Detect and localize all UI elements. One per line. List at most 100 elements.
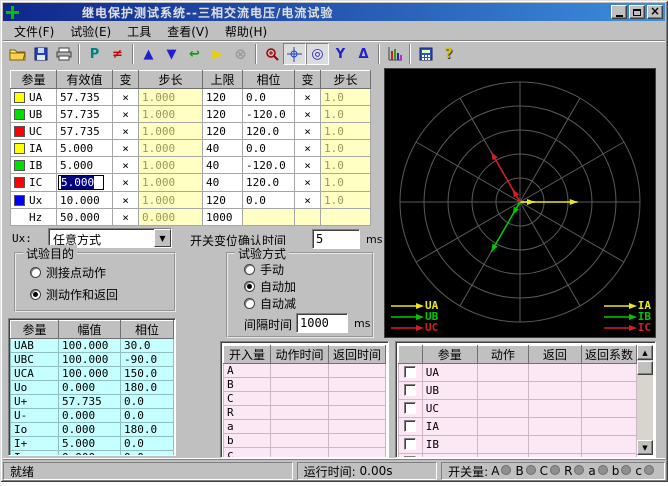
rings-view-button[interactable]: ◎: [306, 43, 329, 65]
menu-item[interactable]: 试验(E): [63, 22, 118, 41]
save-file-button[interactable]: [29, 43, 52, 65]
var-toggle[interactable]: ×: [113, 89, 139, 106]
scroll-down-icon[interactable]: ▼: [637, 440, 653, 455]
step-value[interactable]: 1.0: [321, 157, 371, 174]
close-button[interactable]: ×: [647, 5, 663, 19]
limit-value[interactable]: 40: [203, 140, 243, 157]
row-checkbox[interactable]: [404, 438, 416, 450]
limit-value[interactable]: 120: [203, 106, 243, 123]
maximize-button[interactable]: [629, 5, 645, 19]
scroll-thumb[interactable]: [637, 361, 653, 375]
reset-button[interactable]: ↩: [183, 43, 206, 65]
var-toggle[interactable]: ×: [295, 157, 321, 174]
param-value-cell[interactable]: 5.000: [57, 157, 113, 174]
menu-item[interactable]: 帮助(H): [218, 22, 274, 41]
param-value-cell[interactable]: 57.735: [57, 123, 113, 140]
param-value-cell[interactable]: 10.000: [57, 192, 113, 209]
menu-item[interactable]: 查看(V): [160, 22, 216, 41]
menu-item[interactable]: 文件(F): [7, 22, 61, 41]
help-button[interactable]: ?: [437, 43, 460, 65]
radio-action-return[interactable]: 测动作和返回: [30, 286, 118, 303]
step-value[interactable]: 1.0: [321, 174, 371, 192]
row-checkbox[interactable]: [404, 456, 416, 458]
scroll-up-icon[interactable]: ▲: [637, 345, 653, 360]
phase-value[interactable]: -120.0: [243, 106, 295, 123]
radio-manual[interactable]: 手动: [244, 261, 284, 278]
minimize-button[interactable]: [611, 5, 627, 19]
step-value[interactable]: 1.0: [321, 140, 371, 157]
limit-value[interactable]: 40: [203, 157, 243, 174]
step-value[interactable]: 1.000: [139, 157, 203, 174]
wye-connection-button[interactable]: Y: [329, 43, 352, 65]
radio-auto-decrease[interactable]: 自动减: [244, 295, 296, 312]
var-toggle[interactable]: ×: [113, 192, 139, 209]
chevron-down-icon[interactable]: ▼: [154, 229, 171, 247]
start-test-button[interactable]: ▶: [206, 43, 229, 65]
limit-value[interactable]: 120: [203, 123, 243, 140]
limit-value[interactable]: 120: [203, 89, 243, 106]
menu-item[interactable]: 工具: [120, 22, 158, 41]
phase-value[interactable]: 0.0: [243, 89, 295, 106]
var-toggle[interactable]: ×: [113, 174, 139, 192]
step-value[interactable]: 1.000: [139, 192, 203, 209]
row-checkbox[interactable]: [404, 402, 416, 414]
step-down-button[interactable]: ▼: [160, 43, 183, 65]
phase-sequence-button[interactable]: ≠: [106, 43, 129, 65]
param-value-cell[interactable]: 57.735: [57, 106, 113, 123]
radio-icon[interactable]: [30, 267, 41, 278]
calculator-button[interactable]: [414, 43, 437, 65]
var-toggle[interactable]: ×: [295, 192, 321, 209]
crosshair-view-button[interactable]: [283, 43, 306, 65]
var-toggle[interactable]: ×: [295, 106, 321, 123]
switch-confirm-input[interactable]: [312, 229, 360, 249]
delta-connection-button[interactable]: Δ: [352, 43, 375, 65]
var-toggle[interactable]: ×: [295, 123, 321, 140]
row-checkbox[interactable]: [404, 384, 416, 396]
param-value-cell[interactable]: 57.735: [57, 89, 113, 106]
interval-input[interactable]: [296, 313, 348, 333]
step-value[interactable]: 1.000: [139, 174, 203, 192]
phase-value[interactable]: [243, 209, 295, 226]
radio-contact-action[interactable]: 测接点动作: [30, 264, 106, 281]
print-button[interactable]: [52, 43, 75, 65]
zoom-view-button[interactable]: [260, 43, 283, 65]
radio-auto-increase[interactable]: 自动加: [244, 278, 296, 295]
var-toggle[interactable]: ×: [113, 157, 139, 174]
phase-value[interactable]: 0.0: [243, 192, 295, 209]
step-value[interactable]: 1.0: [321, 106, 371, 123]
param-value-cell[interactable]: 5.000: [57, 140, 113, 157]
step-value[interactable]: 0.000: [139, 209, 203, 226]
radio-icon[interactable]: [244, 298, 255, 309]
var-toggle[interactable]: [295, 209, 321, 226]
step-value[interactable]: 1.000: [139, 106, 203, 123]
step-value[interactable]: [321, 209, 371, 226]
row-checkbox[interactable]: [404, 420, 416, 432]
var-toggle[interactable]: ×: [295, 174, 321, 192]
phase-value[interactable]: -120.0: [243, 157, 295, 174]
radio-icon[interactable]: [244, 281, 255, 292]
param-value-cell[interactable]: 5.000: [57, 174, 113, 192]
var-toggle[interactable]: ×: [113, 140, 139, 157]
phase-value[interactable]: 120.0: [243, 174, 295, 192]
row-checkbox[interactable]: [404, 366, 416, 378]
var-toggle[interactable]: ×: [113, 106, 139, 123]
value-edit-box[interactable]: 5.000: [58, 175, 104, 190]
parameter-tool-button[interactable]: P: [83, 43, 106, 65]
step-value[interactable]: 1.000: [139, 123, 203, 140]
var-toggle[interactable]: ×: [113, 209, 139, 226]
limit-value[interactable]: 1000: [203, 209, 243, 226]
step-value[interactable]: 1.0: [321, 123, 371, 140]
limit-value[interactable]: 40: [203, 174, 243, 192]
phase-value[interactable]: 0.0: [243, 140, 295, 157]
vertical-scrollbar[interactable]: ▲ ▼: [637, 345, 653, 455]
var-toggle[interactable]: ×: [113, 123, 139, 140]
step-value[interactable]: 1.000: [139, 89, 203, 106]
step-up-button[interactable]: ▲: [137, 43, 160, 65]
radio-icon[interactable]: [244, 264, 255, 275]
limit-value[interactable]: 120: [203, 192, 243, 209]
phase-value[interactable]: 120.0: [243, 123, 295, 140]
step-value[interactable]: 1.0: [321, 89, 371, 106]
var-toggle[interactable]: ×: [295, 89, 321, 106]
open-file-button[interactable]: [6, 43, 29, 65]
bar-chart-view-button[interactable]: [383, 43, 406, 65]
